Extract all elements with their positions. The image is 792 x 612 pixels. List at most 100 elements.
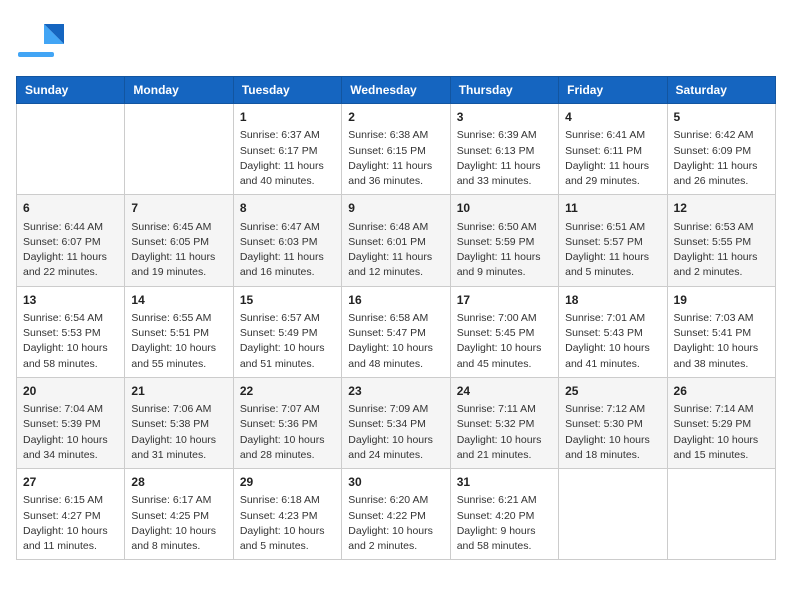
- day-header-friday: Friday: [559, 77, 667, 104]
- day-number: 28: [131, 474, 226, 491]
- calendar-cell: 22 Sunrise: 7:07 AM Sunset: 5:36 PM Dayli…: [233, 377, 341, 468]
- day-number: 30: [348, 474, 443, 491]
- day-info: Sunrise: 6:15 AM Sunset: 4:27 PM Dayligh…: [23, 493, 118, 554]
- day-info: Sunrise: 6:38 AM Sunset: 6:15 PM Dayligh…: [348, 128, 443, 189]
- day-number: 25: [565, 383, 660, 400]
- calendar-cell: 11 Sunrise: 6:51 AM Sunset: 5:57 PM Dayli…: [559, 195, 667, 286]
- calendar-cell: [667, 469, 775, 560]
- day-info: Sunrise: 7:14 AM Sunset: 5:29 PM Dayligh…: [674, 402, 769, 463]
- calendar-cell: 31Sunrise: 6:21 AM Sunset: 4:20 PM Dayli…: [450, 469, 558, 560]
- calendar-cell: 26 Sunrise: 7:14 AM Sunset: 5:29 PM Dayli…: [667, 377, 775, 468]
- calendar-cell: 12 Sunrise: 6:53 AM Sunset: 5:55 PM Dayli…: [667, 195, 775, 286]
- week-row-5: 27 Sunrise: 6:15 AM Sunset: 4:27 PM Dayli…: [17, 469, 776, 560]
- calendar-cell: 7 Sunrise: 6:45 AM Sunset: 6:05 PM Daylig…: [125, 195, 233, 286]
- day-info: Sunrise: 7:01 AM Sunset: 5:43 PM Dayligh…: [565, 311, 660, 372]
- page-header: [16, 16, 776, 68]
- day-number: 2: [348, 109, 443, 126]
- day-info: Sunrise: 6:54 AM Sunset: 5:53 PM Dayligh…: [23, 311, 118, 372]
- calendar-cell: 5Sunrise: 6:42 AM Sunset: 6:09 PM Daylig…: [667, 104, 775, 195]
- day-number: 21: [131, 383, 226, 400]
- day-info: Sunrise: 6:55 AM Sunset: 5:51 PM Dayligh…: [131, 311, 226, 372]
- day-number: 23: [348, 383, 443, 400]
- day-number: 24: [457, 383, 552, 400]
- calendar-cell: 8Sunrise: 6:47 AM Sunset: 6:03 PM Daylig…: [233, 195, 341, 286]
- week-row-2: 6 Sunrise: 6:44 AM Sunset: 6:07 PM Daylig…: [17, 195, 776, 286]
- calendar-cell: 25 Sunrise: 7:12 AM Sunset: 5:30 PM Dayli…: [559, 377, 667, 468]
- day-info: Sunrise: 6:18 AM Sunset: 4:23 PM Dayligh…: [240, 493, 335, 554]
- day-info: Sunrise: 7:12 AM Sunset: 5:30 PM Dayligh…: [565, 402, 660, 463]
- day-info: Sunrise: 7:03 AM Sunset: 5:41 PM Dayligh…: [674, 311, 769, 372]
- calendar-cell: 19 Sunrise: 7:03 AM Sunset: 5:41 PM Dayli…: [667, 286, 775, 377]
- day-info: Sunrise: 6:48 AM Sunset: 6:01 PM Dayligh…: [348, 220, 443, 281]
- day-info: Sunrise: 6:45 AM Sunset: 6:05 PM Dayligh…: [131, 220, 226, 281]
- day-number: 8: [240, 200, 335, 217]
- day-info: Sunrise: 6:20 AM Sunset: 4:22 PM Dayligh…: [348, 493, 443, 554]
- day-info: Sunrise: 7:07 AM Sunset: 5:36 PM Dayligh…: [240, 402, 335, 463]
- day-number: 10: [457, 200, 552, 217]
- day-info: Sunrise: 6:41 AM Sunset: 6:11 PM Dayligh…: [565, 128, 660, 189]
- day-number: 26: [674, 383, 769, 400]
- day-number: 17: [457, 292, 552, 309]
- day-header-thursday: Thursday: [450, 77, 558, 104]
- day-info: Sunrise: 6:37 AM Sunset: 6:17 PM Dayligh…: [240, 128, 335, 189]
- calendar-cell: [17, 104, 125, 195]
- day-number: 11: [565, 200, 660, 217]
- day-info: Sunrise: 7:06 AM Sunset: 5:38 PM Dayligh…: [131, 402, 226, 463]
- calendar-header: SundayMondayTuesdayWednesdayThursdayFrid…: [17, 77, 776, 104]
- day-number: 5: [674, 109, 769, 126]
- calendar-body: 1 Sunrise: 6:37 AM Sunset: 6:17 PM Daylig…: [17, 104, 776, 560]
- day-info: Sunrise: 6:58 AM Sunset: 5:47 PM Dayligh…: [348, 311, 443, 372]
- day-number: 15: [240, 292, 335, 309]
- calendar-cell: 15 Sunrise: 6:57 AM Sunset: 5:49 PM Dayli…: [233, 286, 341, 377]
- day-number: 12: [674, 200, 769, 217]
- calendar-cell: 24 Sunrise: 7:11 AM Sunset: 5:32 PM Dayli…: [450, 377, 558, 468]
- calendar-cell: 10 Sunrise: 6:50 AM Sunset: 5:59 PM Dayli…: [450, 195, 558, 286]
- day-number: 27: [23, 474, 118, 491]
- calendar-cell: 3Sunrise: 6:39 AM Sunset: 6:13 PM Daylig…: [450, 104, 558, 195]
- day-header-wednesday: Wednesday: [342, 77, 450, 104]
- day-number: 13: [23, 292, 118, 309]
- calendar-table: SundayMondayTuesdayWednesdayThursdayFrid…: [16, 76, 776, 560]
- calendar-cell: 17 Sunrise: 7:00 AM Sunset: 5:45 PM Dayli…: [450, 286, 558, 377]
- logo: [16, 16, 68, 68]
- day-info: Sunrise: 6:53 AM Sunset: 5:55 PM Dayligh…: [674, 220, 769, 281]
- day-number: 19: [674, 292, 769, 309]
- day-info: Sunrise: 6:21 AM Sunset: 4:20 PM Dayligh…: [457, 493, 552, 554]
- day-number: 7: [131, 200, 226, 217]
- day-info: Sunrise: 7:11 AM Sunset: 5:32 PM Dayligh…: [457, 402, 552, 463]
- day-number: 3: [457, 109, 552, 126]
- calendar-cell: [559, 469, 667, 560]
- calendar-cell: 4Sunrise: 6:41 AM Sunset: 6:11 PM Daylig…: [559, 104, 667, 195]
- day-number: 6: [23, 200, 118, 217]
- week-row-3: 13 Sunrise: 6:54 AM Sunset: 5:53 PM Dayli…: [17, 286, 776, 377]
- calendar-cell: 2 Sunrise: 6:38 AM Sunset: 6:15 PM Daylig…: [342, 104, 450, 195]
- calendar-cell: 1 Sunrise: 6:37 AM Sunset: 6:17 PM Daylig…: [233, 104, 341, 195]
- calendar-cell: 21 Sunrise: 7:06 AM Sunset: 5:38 PM Dayli…: [125, 377, 233, 468]
- day-info: Sunrise: 7:04 AM Sunset: 5:39 PM Dayligh…: [23, 402, 118, 463]
- day-header-tuesday: Tuesday: [233, 77, 341, 104]
- day-info: Sunrise: 6:44 AM Sunset: 6:07 PM Dayligh…: [23, 220, 118, 281]
- week-row-1: 1 Sunrise: 6:37 AM Sunset: 6:17 PM Daylig…: [17, 104, 776, 195]
- calendar-cell: [125, 104, 233, 195]
- calendar-cell: 27 Sunrise: 6:15 AM Sunset: 4:27 PM Dayli…: [17, 469, 125, 560]
- day-number: 29: [240, 474, 335, 491]
- calendar-cell: 6 Sunrise: 6:44 AM Sunset: 6:07 PM Daylig…: [17, 195, 125, 286]
- calendar-cell: 16Sunrise: 6:58 AM Sunset: 5:47 PM Dayli…: [342, 286, 450, 377]
- day-info: Sunrise: 6:51 AM Sunset: 5:57 PM Dayligh…: [565, 220, 660, 281]
- day-info: Sunrise: 6:17 AM Sunset: 4:25 PM Dayligh…: [131, 493, 226, 554]
- day-number: 1: [240, 109, 335, 126]
- day-number: 22: [240, 383, 335, 400]
- logo-icon: [16, 16, 68, 68]
- day-info: Sunrise: 7:00 AM Sunset: 5:45 PM Dayligh…: [457, 311, 552, 372]
- calendar-cell: 20 Sunrise: 7:04 AM Sunset: 5:39 PM Dayli…: [17, 377, 125, 468]
- calendar-cell: 9Sunrise: 6:48 AM Sunset: 6:01 PM Daylig…: [342, 195, 450, 286]
- calendar-cell: 23Sunrise: 7:09 AM Sunset: 5:34 PM Dayli…: [342, 377, 450, 468]
- calendar-cell: 30 Sunrise: 6:20 AM Sunset: 4:22 PM Dayli…: [342, 469, 450, 560]
- calendar-cell: 28 Sunrise: 6:17 AM Sunset: 4:25 PM Dayli…: [125, 469, 233, 560]
- day-number: 18: [565, 292, 660, 309]
- day-number: 14: [131, 292, 226, 309]
- day-info: Sunrise: 6:50 AM Sunset: 5:59 PM Dayligh…: [457, 220, 552, 281]
- day-number: 20: [23, 383, 118, 400]
- day-header-saturday: Saturday: [667, 77, 775, 104]
- day-info: Sunrise: 6:57 AM Sunset: 5:49 PM Dayligh…: [240, 311, 335, 372]
